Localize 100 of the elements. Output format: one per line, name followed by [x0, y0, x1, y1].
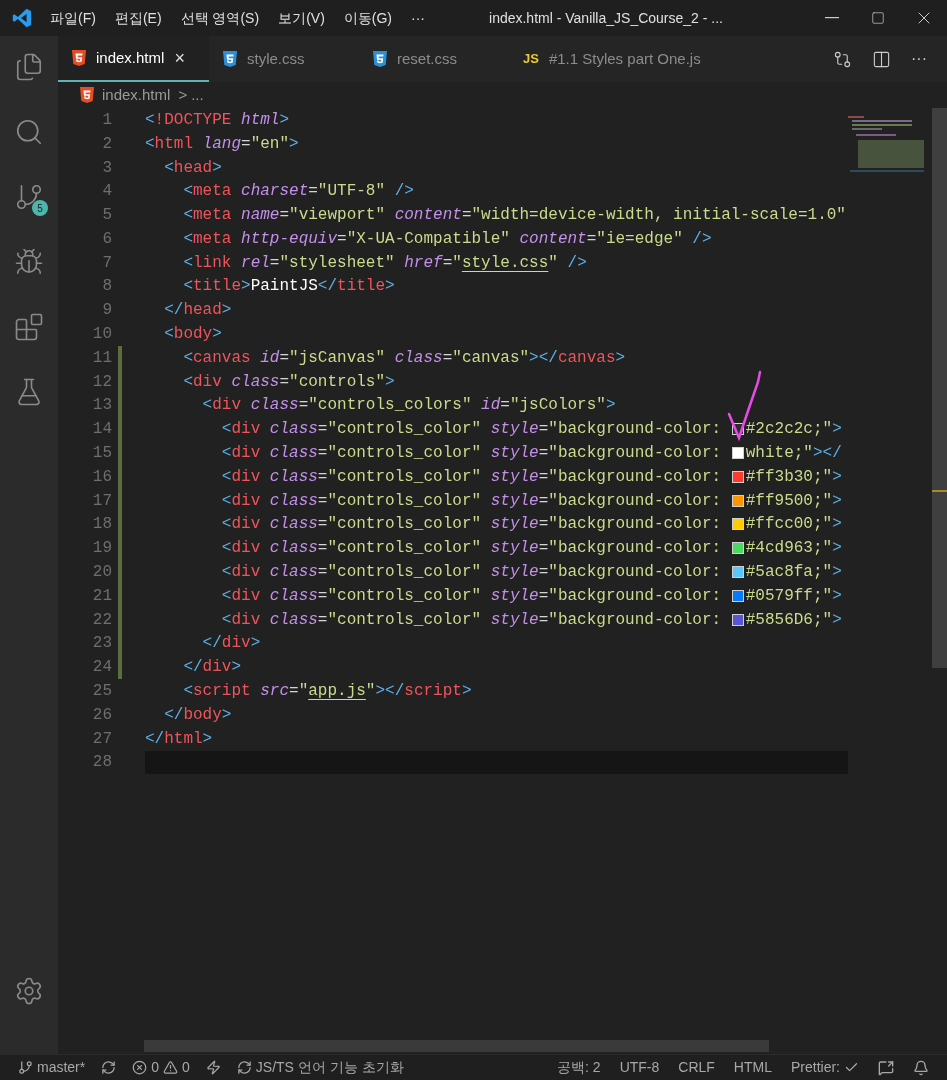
code-token: div: [231, 466, 261, 488]
code-token: body: [173, 324, 213, 346]
bug-icon[interactable]: [14, 247, 44, 277]
editor-tab[interactable]: JS #1.1 Styles part One.js: [509, 36, 729, 82]
code-token: ></: [375, 681, 405, 703]
line-number: 1: [101, 109, 112, 131]
problems-status[interactable]: 0 0: [132, 1057, 190, 1078]
code-token: script: [193, 681, 251, 703]
code-token: =: [538, 490, 549, 512]
language-status[interactable]: HTML: [733, 1057, 772, 1078]
code-token: =: [538, 585, 549, 607]
css-file-icon: [223, 51, 237, 67]
code-token: =: [317, 538, 328, 560]
code-token: script: [404, 681, 462, 703]
code-token: =: [461, 205, 472, 227]
code-token: #5ac8fa;": [745, 562, 833, 584]
line-number: 25: [91, 681, 112, 703]
code-token: =: [289, 681, 299, 703]
lightning-icon[interactable]: [205, 1060, 221, 1075]
tab-close-button[interactable]: ×: [174, 44, 185, 72]
split-editor-icon[interactable]: [872, 49, 891, 69]
indentation-status[interactable]: 공백: 2: [557, 1057, 601, 1078]
formatter-status[interactable]: Prettier:: [791, 1057, 859, 1078]
code-token: "controls_color": [327, 490, 482, 512]
horizontal-scrollbar[interactable]: [144, 1040, 769, 1052]
code-token: <: [182, 228, 193, 250]
css-file-icon: [373, 51, 387, 67]
settings-icon[interactable]: [14, 976, 44, 1006]
editor-tab[interactable]: style.css: [209, 36, 359, 82]
color-swatch[interactable]: [731, 470, 744, 483]
search-icon[interactable]: [14, 117, 44, 147]
code-token: >: [832, 514, 842, 536]
code-token: >: [832, 609, 842, 631]
color-swatch[interactable]: [731, 613, 744, 626]
code-token: >: [832, 490, 842, 512]
code-token: ": [452, 252, 462, 274]
encoding-status[interactable]: UTF-8: [619, 1057, 660, 1078]
breadcrumb-more[interactable]: ...: [191, 83, 204, 107]
code-token: =: [337, 228, 347, 250]
code-token: head: [173, 157, 213, 179]
code-token: class: [268, 514, 318, 536]
editor-tab[interactable]: reset.css: [359, 36, 509, 82]
compare-changes-icon[interactable]: [833, 49, 852, 69]
menu-item[interactable]: 편집(E): [114, 7, 162, 29]
color-swatch[interactable]: [731, 542, 744, 555]
code-token: "controls_colors": [308, 395, 472, 417]
html-file-icon: [72, 50, 86, 66]
branch-status[interactable]: master*: [18, 1057, 86, 1078]
task-status[interactable]: JS/TS 언어 기능 초기화: [236, 1057, 404, 1078]
code-token: class: [268, 466, 318, 488]
line-ending-status[interactable]: CRLF: [678, 1057, 715, 1078]
code-token: content: [393, 205, 462, 227]
code-token: "controls_color": [327, 514, 482, 536]
code-token: "controls_color": [327, 609, 482, 631]
code-token: class: [268, 443, 318, 465]
code-token: "background-color:: [548, 466, 723, 488]
code-token: "ie=edge": [596, 228, 683, 250]
code-token: =: [538, 443, 549, 465]
code-token: >: [221, 704, 232, 726]
color-swatch[interactable]: [731, 566, 744, 579]
code-token: #2c2c2c;": [745, 419, 833, 441]
code-token: ": [298, 681, 309, 703]
line-number: 24: [91, 657, 112, 679]
warning-count: 0: [182, 1058, 190, 1077]
code-token: div: [193, 371, 222, 393]
code-token: title: [193, 276, 242, 298]
menu-item[interactable]: 보기(V): [278, 7, 325, 29]
line-number: 21: [91, 585, 112, 607]
breadcrumb-file[interactable]: index.html: [102, 83, 171, 107]
code-token: >: [289, 133, 299, 155]
sync-icon[interactable]: [101, 1060, 117, 1075]
code-token: >: [231, 657, 242, 679]
editor-tab[interactable]: index.html ×: [58, 36, 209, 82]
menu-item[interactable]: 이동(G): [343, 7, 392, 29]
code-token: <: [182, 205, 193, 227]
menu-item[interactable]: 파일(F): [50, 7, 96, 29]
line-number: 10: [91, 324, 112, 346]
line-number: 16: [91, 466, 112, 488]
color-swatch[interactable]: [731, 518, 744, 531]
branch-icon[interactable]: [14, 182, 44, 212]
code-token: div: [231, 490, 261, 512]
color-swatch[interactable]: [731, 447, 744, 460]
code-token: class: [230, 371, 280, 393]
feedback-icon[interactable]: [878, 1059, 894, 1076]
color-swatch[interactable]: [731, 494, 744, 507]
code-token: >: [832, 538, 842, 560]
code-token: </: [163, 300, 184, 322]
code-token: <: [145, 133, 155, 155]
code-token: =: [538, 514, 549, 536]
blocks-icon[interactable]: [14, 312, 44, 342]
code-token: =: [317, 466, 328, 488]
code-token: http-equiv: [240, 228, 338, 250]
menu-item[interactable]: 선택 영역(S): [180, 7, 260, 29]
code-token: class: [268, 609, 318, 631]
more-actions-button[interactable]: ···: [911, 47, 927, 71]
code-token: body: [183, 704, 222, 726]
notifications-icon[interactable]: [913, 1059, 929, 1076]
menu-item[interactable]: ···: [411, 7, 425, 29]
files-icon[interactable]: [14, 52, 44, 82]
color-swatch[interactable]: [731, 589, 744, 602]
